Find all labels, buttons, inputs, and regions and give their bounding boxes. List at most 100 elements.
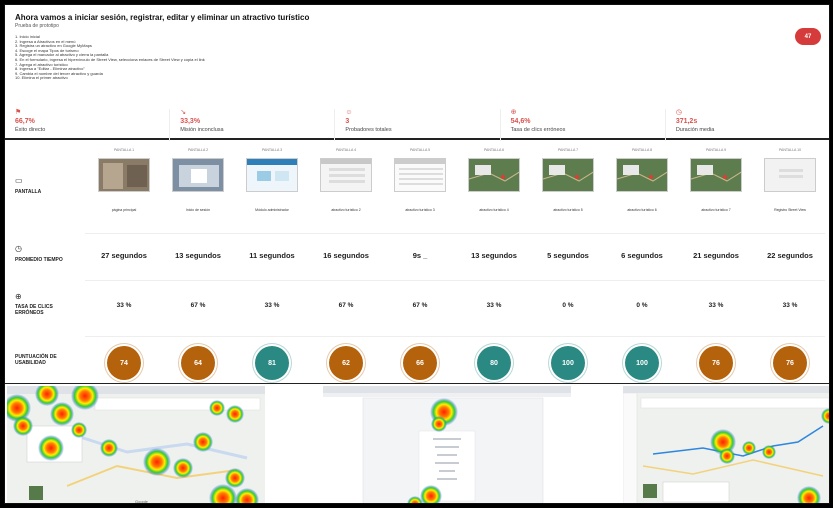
screen-caption: atractivo turístico 5: [553, 208, 583, 212]
row-divider: [85, 280, 825, 281]
heatmap-app-screen[interactable]: [323, 386, 571, 503]
usability-score: 74: [87, 346, 161, 380]
metric-value: 3: [345, 118, 350, 125]
screen-thumbnail[interactable]: [394, 158, 446, 192]
row-label-clicks: ⊕ TASA DE CLICS ERRÓNEOS: [15, 293, 75, 317]
metric-card: ⚑ 66,7% Éxito directo: [5, 109, 171, 141]
screen-header: PANTALLA 9: [705, 148, 727, 152]
misclick-rate-value: 67 %: [412, 302, 428, 309]
usability-score: 80: [457, 346, 531, 380]
screen-caption: atractivo turístico 3: [405, 208, 435, 212]
avg-time-value: 9s _: [412, 251, 428, 260]
screen-caption: atractivo turístico 2: [331, 208, 361, 212]
page-subtitle: Prueba de prototipo: [15, 23, 59, 29]
misclick-rate-value: 0 %: [562, 302, 574, 309]
heatmap-map-1[interactable]: Google: [7, 386, 265, 504]
misclick-rate-value: 33 %: [264, 302, 280, 309]
misclick-rate-value: 33 %: [486, 302, 502, 309]
heatmaps-section: Google: [5, 383, 829, 504]
screen-caption: Módulo administrador: [255, 208, 289, 212]
screen-column[interactable]: PANTALLA 3 Módulo administrador: [235, 148, 309, 212]
usability-score: 76: [679, 346, 753, 380]
task-steps-list: 1. Inicio inicial 2. Ingresa a Atractivos…: [15, 34, 205, 81]
metric-label: Tasa de clics erróneos: [510, 127, 566, 133]
metric-label: Misión inconclusa: [180, 127, 224, 133]
score-circle: 62: [329, 346, 363, 380]
metric-label: Éxito directo: [15, 127, 46, 133]
screen-thumbnail[interactable]: [172, 158, 224, 192]
metric-card: ◷ 371,2s Duración media: [666, 109, 829, 141]
metric-card: ☺ 3 Probadores totales: [335, 109, 501, 141]
avg-time-value: 13 segundos: [471, 251, 517, 260]
avg-time-value: 5 segundos: [547, 251, 589, 260]
screen-header: PANTALLA 2: [187, 148, 209, 152]
avg-time-value: 6 segundos: [621, 251, 663, 260]
usability-score: 100: [531, 346, 605, 380]
screen-column[interactable]: PANTALLA 6 atractivo turístico 4: [457, 148, 531, 212]
row-label-time: ◷ PROMEDIO TIEMPO: [15, 244, 63, 263]
screen-column[interactable]: PANTALLA 10 Registro Street View: [753, 148, 827, 212]
screen-caption: página principal: [111, 208, 137, 212]
screen-column[interactable]: PANTALLA 5 atractivo turístico 3: [383, 148, 457, 212]
metric-label: Duración media: [675, 127, 715, 133]
task-step: 10. Elimina el primer atractivo: [15, 75, 68, 81]
screen-header: PANTALLA 5: [409, 148, 431, 152]
screen-caption: atractivo turístico 6: [627, 208, 657, 212]
usability-score: 100: [605, 346, 679, 380]
screen-column[interactable]: PANTALLA 2 Inicio de sesión: [161, 148, 235, 212]
row-divider: [85, 233, 825, 234]
flag-icon: ⚑: [15, 109, 22, 116]
usability-score: 81: [235, 346, 309, 380]
avg-time-value: 21 segundos: [693, 251, 739, 260]
screen-column[interactable]: PANTALLA 9 atractivo turístico 7: [679, 148, 753, 212]
score-circle: 64: [181, 346, 215, 380]
screen-caption: Inicio de sesión: [185, 208, 211, 212]
usability-score: 76: [753, 346, 827, 380]
metric-label: Probadores totales: [345, 127, 392, 133]
tester-count-badge[interactable]: 47: [795, 28, 821, 45]
screen-thumbnail[interactable]: [690, 158, 742, 192]
avg-time-value: 22 segundos: [767, 251, 813, 260]
misclick-rate-value: 33 %: [116, 302, 132, 309]
score-circle: 66: [403, 346, 437, 380]
screen-thumbnail[interactable]: [98, 158, 150, 192]
misclick-rate-value: 0 %: [636, 302, 648, 309]
screen-column[interactable]: PANTALLA 7 atractivo turístico 5: [531, 148, 605, 212]
svg-text:Google: Google: [135, 499, 149, 504]
screen-thumbnail[interactable]: [320, 158, 372, 192]
avg-time-value: 11 segundos: [249, 251, 295, 260]
clock-icon: ◷: [675, 109, 682, 116]
screen-column[interactable]: PANTALLA 4 atractivo turístico 2: [309, 148, 383, 212]
metric-value: 33,3%: [180, 118, 201, 125]
metric-value: 54,6%: [510, 118, 531, 125]
score-circle: 74: [107, 346, 141, 380]
metric-card: ↘ 33,3% Misión inconclusa: [170, 109, 336, 141]
screen-column[interactable]: PANTALLA 8 atractivo turístico 6: [605, 148, 679, 212]
metrics-bar: ⚑ 66,7% Éxito directo ↘ 33,3% Misión inconclu…: [5, 109, 829, 141]
avg-time-value: 13 segundos: [175, 251, 221, 260]
screen-thumbnail[interactable]: [542, 158, 594, 192]
usability-score: 64: [161, 346, 235, 380]
screen-thumbnail[interactable]: [246, 158, 298, 192]
screen-thumbnail[interactable]: [468, 158, 520, 192]
score-circle: 80: [477, 346, 511, 380]
screen-thumbnail[interactable]: [764, 158, 816, 192]
screen-column[interactable]: PANTALLA 1 página principal: [87, 148, 161, 212]
screen-header: PANTALLA 6: [483, 148, 505, 152]
misclick-rate-value: 67 %: [190, 302, 206, 309]
misclick-rate-value: 67 %: [338, 302, 354, 309]
metric-value: 66,7%: [15, 118, 35, 125]
metric-value: 371,2s: [675, 118, 698, 125]
misclick-rate-value: 33 %: [708, 302, 724, 309]
report-frame: Ahora vamos a iniciar sesión, registrar,…: [4, 4, 830, 504]
score-circle: 81: [255, 346, 289, 380]
misclick-rate-value: 33 %: [782, 302, 798, 309]
window-icon: ▭: [15, 176, 23, 185]
heatmap-map-2[interactable]: [623, 386, 829, 503]
screen-caption: atractivo turístico 7: [701, 208, 731, 212]
screen-thumbnail[interactable]: [616, 158, 668, 192]
usability-score: 66: [383, 346, 457, 380]
screens-table: ▭ PANTALLA ◷ PROMEDIO TIEMPO ⊕ TASA DE C…: [5, 142, 829, 383]
metric-card: ⊕ 54,6% Tasa de clics erróneos: [501, 109, 666, 141]
screen-header: PANTALLA 1: [113, 148, 135, 152]
